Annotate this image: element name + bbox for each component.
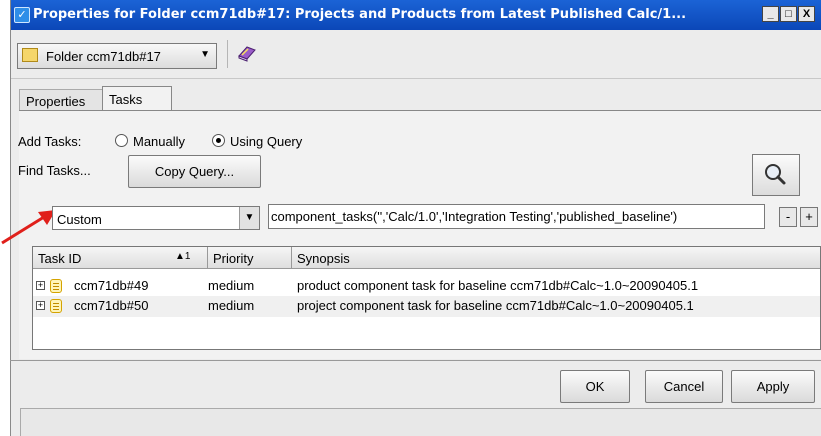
task-icon bbox=[50, 299, 62, 313]
title-bar[interactable]: ✓ Properties for Folder ccm71db#17: Proj… bbox=[11, 0, 821, 30]
folder-selector[interactable]: Folder ccm71db#17 ▼ bbox=[17, 43, 217, 69]
task-icon bbox=[50, 279, 62, 293]
add-tasks-label: Add Tasks: bbox=[18, 134, 82, 149]
column-header-task-id[interactable]: Task ID ▲1 bbox=[33, 247, 208, 269]
folder-icon bbox=[22, 48, 38, 62]
button-bar-divider bbox=[10, 360, 821, 361]
search-button[interactable] bbox=[752, 154, 800, 196]
query-input[interactable]: component_tasks('','Calc/1.0','Integrati… bbox=[268, 204, 765, 229]
add-query-button[interactable]: + bbox=[800, 207, 818, 227]
query-type-value: Custom bbox=[57, 212, 102, 227]
chevron-down-icon: ▼ bbox=[200, 49, 210, 60]
app-icon: ✓ bbox=[14, 7, 30, 23]
column-header-label: Task ID bbox=[38, 251, 82, 266]
expand-icon[interactable]: + bbox=[36, 301, 45, 310]
tab-properties[interactable]: Properties bbox=[19, 89, 103, 110]
close-button[interactable]: X bbox=[798, 6, 815, 22]
chevron-down-icon: ▼ bbox=[239, 207, 259, 229]
priority-cell: medium bbox=[208, 298, 255, 313]
column-header-synopsis[interactable]: Synopsis bbox=[292, 247, 820, 269]
column-header-priority[interactable]: Priority bbox=[208, 247, 292, 269]
synopsis-cell: project component task for baseline ccm7… bbox=[297, 298, 694, 313]
task-id-cell: ccm71db#50 bbox=[74, 298, 149, 313]
find-tasks-label: Find Tasks... bbox=[18, 163, 91, 178]
remove-query-button[interactable]: - bbox=[779, 207, 797, 227]
window-title: Properties for Folder ccm71db#17: Projec… bbox=[33, 7, 687, 22]
toolbar-divider bbox=[227, 40, 228, 68]
expand-icon[interactable]: + bbox=[36, 281, 45, 290]
query-type-select[interactable]: Custom ▼ bbox=[52, 206, 260, 230]
task-id-cell: ccm71db#49 bbox=[74, 278, 149, 293]
apply-button[interactable]: Apply bbox=[731, 370, 815, 403]
manually-radio[interactable] bbox=[115, 134, 128, 147]
synopsis-cell: product component task for baseline ccm7… bbox=[297, 278, 699, 293]
toolbar: Folder ccm71db#17 ▼ bbox=[11, 30, 821, 79]
cancel-button[interactable]: Cancel bbox=[645, 370, 723, 403]
manually-radio-label: Manually bbox=[133, 134, 186, 149]
priority-cell: medium bbox=[208, 278, 255, 293]
copy-query-button[interactable]: Copy Query... bbox=[128, 155, 261, 188]
folder-selector-label: Folder ccm71db#17 bbox=[46, 49, 161, 64]
using-query-radio[interactable] bbox=[212, 134, 225, 147]
table-row[interactable]: + ccm71db#50 medium project component ta… bbox=[33, 296, 820, 317]
tab-tasks[interactable]: Tasks bbox=[102, 86, 172, 110]
minimize-button[interactable]: _ bbox=[762, 6, 779, 22]
using-query-radio-label: Using Query bbox=[230, 134, 303, 149]
status-bar bbox=[20, 408, 821, 436]
search-icon bbox=[765, 164, 786, 185]
book-icon[interactable] bbox=[237, 44, 257, 62]
tasks-table: Task ID ▲1 Priority Synopsis + ccm71db#4… bbox=[32, 246, 821, 350]
ok-button[interactable]: OK bbox=[560, 370, 630, 403]
sort-ascending-icon: ▲1 bbox=[175, 251, 191, 262]
annotation-arrow-icon bbox=[1, 210, 56, 245]
maximize-button[interactable]: □ bbox=[780, 6, 797, 22]
table-row[interactable]: + ccm71db#49 medium product component ta… bbox=[33, 276, 820, 297]
